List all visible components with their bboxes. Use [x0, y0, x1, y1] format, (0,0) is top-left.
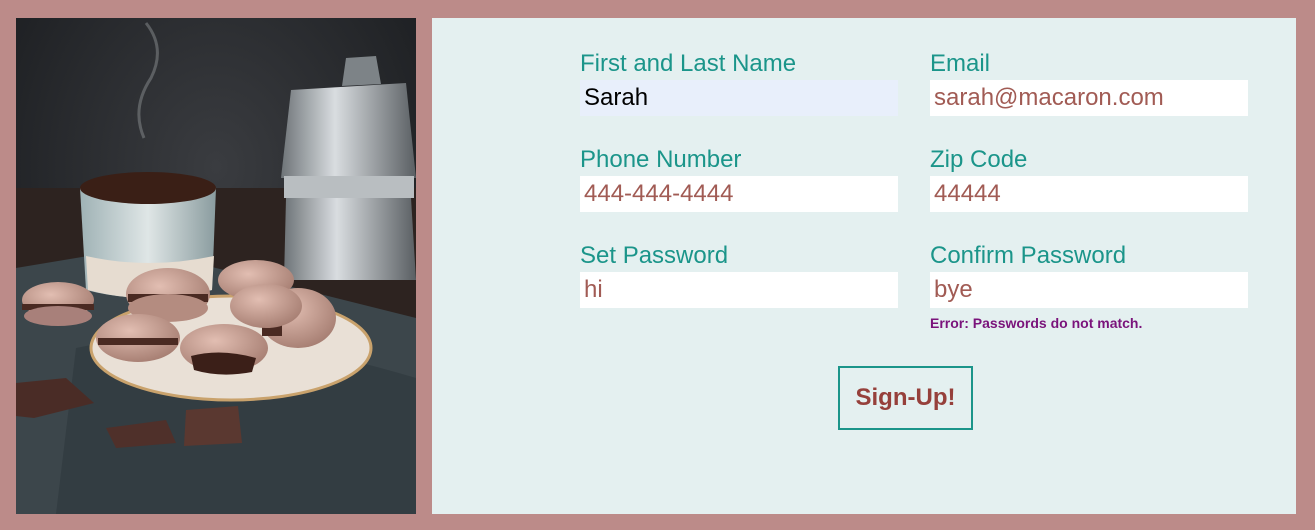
- confirm-password-input[interactable]: [930, 272, 1248, 308]
- signup-form: First and Last Name Email Phone Number Z…: [432, 18, 1296, 514]
- name-field: First and Last Name: [580, 50, 898, 116]
- name-label: First and Last Name: [580, 50, 797, 77]
- zip-input[interactable]: [930, 176, 1248, 212]
- signup-button[interactable]: Sign-Up!: [838, 366, 973, 430]
- phone-label: Phone Number: [580, 146, 742, 173]
- zip-field: Zip Code: [930, 146, 1248, 212]
- email-field: Email: [930, 50, 1248, 116]
- password-error-message: Error: Passwords do not match.: [930, 315, 1143, 331]
- password-input[interactable]: [580, 272, 898, 308]
- phone-field: Phone Number: [580, 146, 898, 212]
- confirm-password-field: Confirm Password: [930, 242, 1248, 308]
- confirm-password-label: Confirm Password: [930, 242, 1127, 269]
- email-input[interactable]: [930, 80, 1248, 116]
- password-label: Set Password: [580, 242, 729, 269]
- email-label: Email: [930, 50, 991, 77]
- zip-label: Zip Code: [930, 146, 1028, 173]
- phone-input[interactable]: [580, 176, 898, 212]
- password-field: Set Password: [580, 242, 898, 308]
- name-input[interactable]: [580, 80, 898, 116]
- macaron-photo: [16, 18, 416, 514]
